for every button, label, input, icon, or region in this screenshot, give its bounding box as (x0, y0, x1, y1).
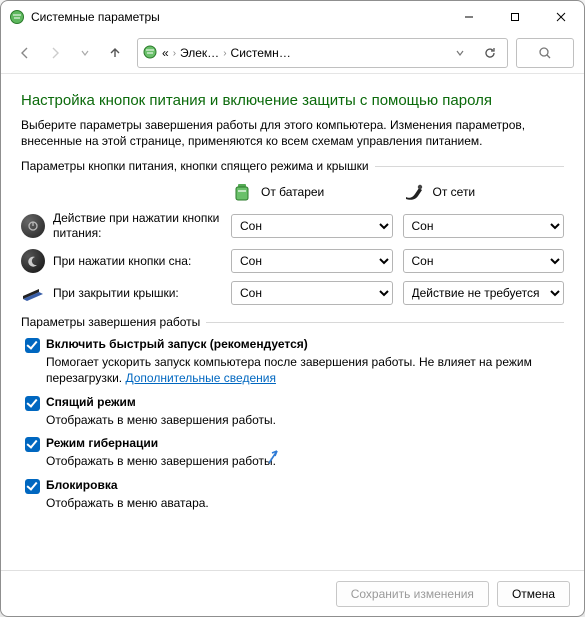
back-button[interactable] (11, 39, 39, 67)
column-header-ac-label: От сети (433, 185, 476, 199)
cursor-arrow-annotation (279, 455, 293, 469)
refresh-button[interactable] (477, 40, 503, 66)
page-intro: Выберите параметры завершения работы для… (21, 117, 564, 149)
maximize-button[interactable] (492, 1, 538, 33)
lock-checkbox[interactable] (25, 479, 40, 494)
sleep-checkbox[interactable] (25, 396, 40, 411)
sleep-on-ac-select[interactable]: Сон (403, 249, 565, 273)
lid-on-ac-select[interactable]: Действие не требуется (403, 281, 565, 305)
hibernation-title: Режим гибернации (46, 436, 158, 450)
lock-title: Блокировка (46, 478, 118, 492)
row-sleep-button: При нажатии кнопки сна: Сон Сон (21, 249, 564, 273)
column-headers: От батареи От сети (21, 181, 564, 203)
option-hibernation: Режим гибернации Отображать в меню завер… (25, 436, 564, 470)
group-shutdown-label: Параметры завершения работы (21, 315, 564, 329)
window-title: Системные параметры (31, 10, 160, 24)
plug-icon (403, 181, 425, 203)
recent-dropdown-button[interactable] (71, 39, 99, 67)
row-lid-label: При закрытии крышки: (21, 281, 221, 305)
lid-icon (21, 281, 45, 305)
fast-startup-checkbox[interactable] (25, 338, 40, 353)
cancel-button[interactable]: Отмена (497, 581, 570, 607)
row-sleep-label: При нажатии кнопки сна: (21, 249, 221, 273)
sleep-on-battery-select[interactable]: Сон (231, 249, 393, 273)
option-fast-startup: Включить быстрый запуск (рекомендуется) … (25, 337, 564, 386)
column-header-battery-label: От батареи (261, 185, 324, 199)
search-icon (538, 46, 552, 60)
save-button[interactable]: Сохранить изменения (336, 581, 489, 607)
search-box[interactable] (516, 38, 574, 68)
fast-startup-desc: Помогает ускорить запуск компьютера посл… (46, 355, 564, 386)
power-icon (21, 214, 45, 238)
address-icon (142, 44, 158, 63)
toolbar: «› Элек…› Системн… (1, 33, 584, 73)
forward-button[interactable] (41, 39, 69, 67)
breadcrumb-item-2[interactable]: Системн… (231, 46, 291, 60)
lock-desc: Отображать в меню аватара. (46, 496, 564, 512)
sleep-icon (21, 249, 45, 273)
breadcrumb-prefix[interactable]: «› (162, 46, 176, 60)
column-header-battery: От батареи (231, 181, 393, 203)
power-on-battery-select[interactable]: Сон (231, 214, 393, 238)
hibernation-desc: Отображать в меню завершения работы. (46, 454, 564, 470)
row-lid-close: При закрытии крышки: Сон Действие не тре… (21, 281, 564, 305)
breadcrumb-item-1[interactable]: Элек…› (180, 46, 227, 60)
footer: Сохранить изменения Отмена (1, 570, 584, 616)
page-title: Настройка кнопок питания и включение защ… (21, 92, 564, 109)
up-button[interactable] (101, 39, 129, 67)
option-sleep: Спящий режим Отображать в меню завершени… (25, 395, 564, 429)
power-on-ac-select[interactable]: Сон (403, 214, 565, 238)
row-power-label: Действие при нажатии кнопки питания: (21, 211, 221, 241)
battery-icon (231, 181, 253, 203)
minimize-button[interactable] (446, 1, 492, 33)
hibernation-checkbox[interactable] (25, 437, 40, 452)
group-buttons-label: Параметры кнопки питания, кнопки спящего… (21, 159, 564, 173)
fast-startup-title: Включить быстрый запуск (рекомендуется) (46, 337, 308, 351)
address-dropdown-button[interactable] (447, 40, 473, 66)
row-power-button: Действие при нажатии кнопки питания: Сон… (21, 211, 564, 241)
column-header-ac: От сети (403, 181, 565, 203)
content-area: Настройка кнопок питания и включение защ… (1, 74, 584, 570)
titlebar: Системные параметры (1, 1, 584, 33)
lid-on-battery-select[interactable]: Сон (231, 281, 393, 305)
option-lock: Блокировка Отображать в меню аватара. (25, 478, 564, 512)
window: Системные параметры «› Эл (0, 0, 585, 617)
app-icon (9, 9, 25, 25)
sleep-desc: Отображать в меню завершения работы. (46, 413, 564, 429)
sleep-title: Спящий режим (46, 395, 136, 409)
close-button[interactable] (538, 1, 584, 33)
address-bar[interactable]: «› Элек…› Системн… (137, 38, 508, 68)
fast-startup-more-link[interactable]: Дополнительные сведения (125, 371, 275, 385)
